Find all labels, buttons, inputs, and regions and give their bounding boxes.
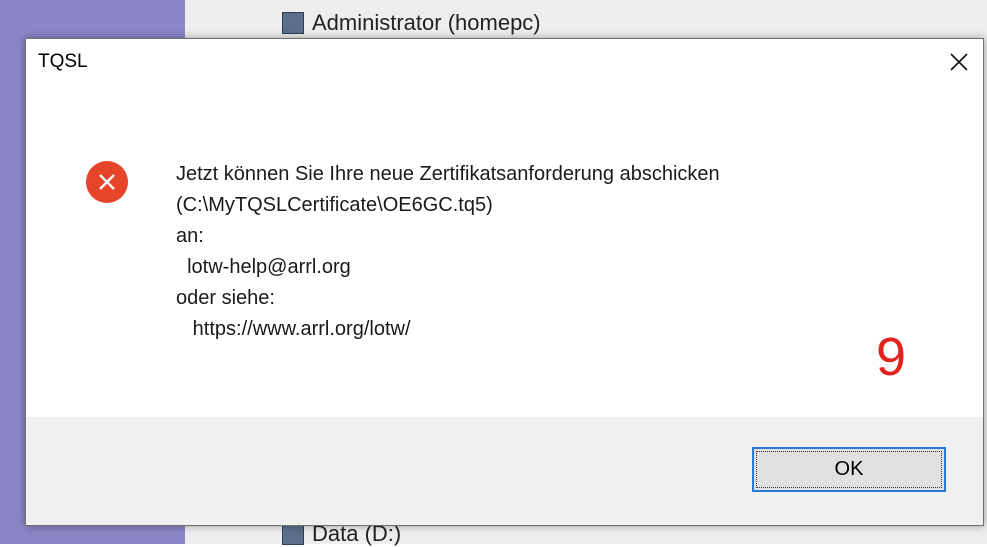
dialog-titlebar: TQSL — [26, 39, 983, 85]
user-group-icon — [282, 12, 304, 34]
dialog-footer: OK — [26, 417, 983, 525]
dialog-message: Jetzt können Sie Ihre neue Zertifikatsan… — [176, 159, 720, 345]
ok-button[interactable]: OK — [752, 447, 946, 492]
dialog-title: TQSL — [38, 51, 88, 72]
message-line: lotw-help@arrl.org — [176, 256, 351, 278]
message-line: (C:\MyTQSLCertificate\OE6GC.tq5) — [176, 194, 493, 216]
drive-icon — [282, 523, 304, 545]
message-line: Jetzt können Sie Ihre neue Zertifikatsan… — [176, 163, 720, 185]
close-icon — [950, 53, 968, 71]
error-icon — [86, 161, 128, 203]
close-button[interactable] — [935, 39, 983, 85]
step-number-annotation: 9 — [876, 327, 907, 387]
message-line: an: — [176, 225, 204, 247]
message-line: oder siehe: — [176, 287, 275, 309]
message-line: https://www.arrl.org/lotw/ — [176, 318, 411, 340]
tqsl-dialog: TQSL Jetzt können Sie Ihre neue Zertifik… — [25, 38, 984, 526]
background-item-administrator[interactable]: Administrator (homepc) — [282, 8, 541, 38]
background-item-label: Administrator (homepc) — [312, 10, 541, 35]
